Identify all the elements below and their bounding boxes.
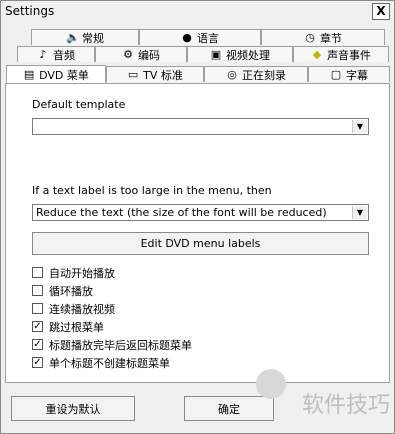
- checkbox-loop[interactable]: 循环播放: [32, 283, 93, 298]
- gear-icon: ⚙: [123, 47, 133, 61]
- checkbox-label: 跳过根菜单: [49, 320, 104, 334]
- disc-icon: ◎: [227, 67, 237, 81]
- checkbox-box[interactable]: ✓: [32, 321, 43, 332]
- close-button[interactable]: X: [372, 3, 390, 20]
- window-title: Settings: [5, 4, 55, 18]
- text-overflow-value: Reduce the text (the size of the font wi…: [36, 206, 327, 219]
- checkbox-box[interactable]: [32, 267, 43, 278]
- tab-audio[interactable]: ♪ 音频: [17, 46, 95, 62]
- checkbox-return-title-menu[interactable]: ✓ 标题播放完毕后返回标题菜单: [32, 337, 192, 352]
- checkbox-skip-root-menu[interactable]: ✓ 跳过根菜单: [32, 319, 104, 334]
- settings-window: Settings X 🔈 常规 ● 语言 ◷ 章节 ♪ 音频 ⚙ 编码 ▣ 视频…: [0, 0, 395, 434]
- tab-label: 视频处理: [226, 48, 270, 62]
- tab-burning[interactable]: ◎ 正在刻录: [204, 66, 308, 82]
- reset-default-button[interactable]: 重设为默认: [11, 396, 135, 421]
- dvd-menu-icon: ▤: [23, 67, 35, 81]
- tab-tv-standard[interactable]: ▭ TV 标准: [106, 66, 204, 82]
- sound-event-icon: ◆: [312, 47, 322, 61]
- tab-label: 音频: [53, 48, 75, 62]
- tab-general[interactable]: 🔈 常规: [31, 29, 139, 45]
- checkbox-single-title-no-menu[interactable]: ✓ 单个标题不创建标题菜单: [32, 355, 170, 370]
- checkbox-box[interactable]: [32, 285, 43, 296]
- tab-label: TV 标准: [143, 68, 183, 82]
- text-overflow-select[interactable]: Reduce the text (the size of the font wi…: [32, 204, 369, 221]
- tab-encoding[interactable]: ⚙ 编码: [95, 46, 187, 62]
- tab-label: 字幕: [346, 68, 368, 82]
- tab-chapters[interactable]: ◷ 章节: [261, 29, 385, 45]
- edit-dvd-menu-labels-button[interactable]: Edit DVD menu labels: [32, 232, 369, 255]
- speaker-icon: 🔈: [66, 30, 80, 44]
- chevron-down-icon[interactable]: ▼: [352, 206, 367, 219]
- tab-label: 章节: [320, 31, 342, 45]
- checkbox-box[interactable]: [32, 303, 43, 314]
- title-bar: Settings X: [1, 1, 394, 21]
- tab-label: 声音事件: [327, 48, 371, 62]
- tv-icon: ▭: [127, 67, 139, 81]
- music-note-icon: ♪: [39, 47, 47, 61]
- film-icon: ▣: [210, 47, 222, 61]
- checkbox-label: 自动开始播放: [49, 266, 115, 280]
- tab-label: 正在刻录: [242, 68, 286, 82]
- default-template-select[interactable]: ▼: [32, 118, 369, 135]
- subtitle-icon: ▢: [330, 67, 342, 81]
- checkbox-continuous[interactable]: 连续播放视频: [32, 301, 115, 316]
- chevron-down-icon[interactable]: ▼: [352, 120, 367, 133]
- checkbox-label: 单个标题不创建标题菜单: [49, 356, 170, 370]
- checkbox-autoplay[interactable]: 自动开始播放: [32, 265, 115, 280]
- tab-label: 语言: [197, 31, 219, 45]
- watermark-logo: [256, 369, 286, 399]
- tab-sound-events[interactable]: ◆ 声音事件: [293, 46, 389, 62]
- clock-icon: ◷: [305, 30, 315, 44]
- tab-subtitles[interactable]: ▢ 字幕: [308, 66, 390, 82]
- tab-label: 常规: [82, 31, 104, 45]
- checkbox-label: 循环播放: [49, 284, 93, 298]
- dvd-menu-panel: Default template ▼ If a text label is to…: [5, 83, 390, 383]
- globe-icon: ●: [182, 30, 192, 44]
- checkbox-label: 连续播放视频: [49, 302, 115, 316]
- tab-label: DVD 菜单: [39, 68, 89, 82]
- tab-label: 编码: [138, 48, 160, 62]
- checkbox-label: 标题播放完毕后返回标题菜单: [49, 338, 192, 352]
- default-template-label: Default template: [32, 98, 126, 111]
- tab-language[interactable]: ● 语言: [139, 29, 261, 45]
- checkbox-box[interactable]: ✓: [32, 357, 43, 368]
- checkbox-box[interactable]: ✓: [32, 339, 43, 350]
- tab-dvd-menu[interactable]: ▤ DVD 菜单: [6, 65, 106, 83]
- tab-video-processing[interactable]: ▣ 视频处理: [187, 46, 293, 62]
- watermark-text: 软件技巧: [301, 393, 390, 418]
- ok-button[interactable]: 确定: [184, 396, 274, 421]
- text-label-prompt: If a text label is too large in the menu…: [32, 184, 272, 197]
